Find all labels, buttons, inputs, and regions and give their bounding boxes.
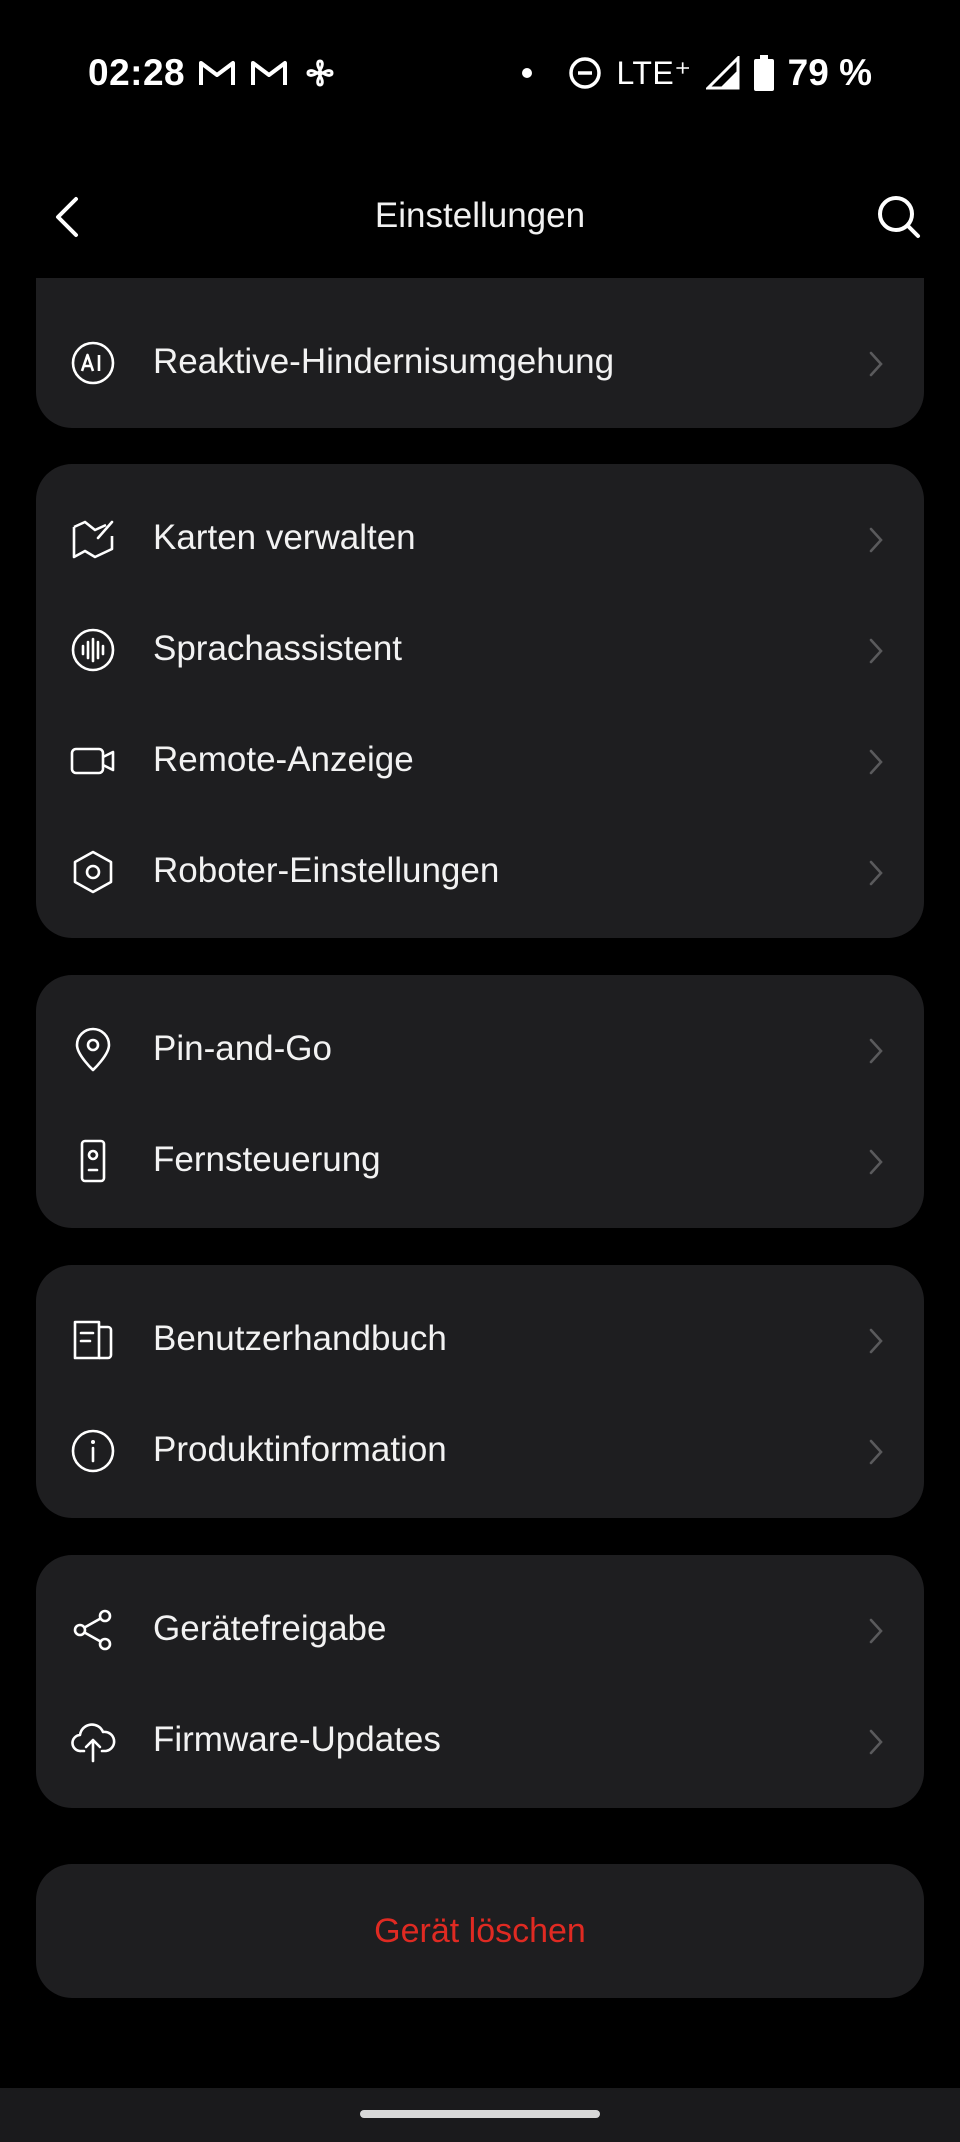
chevron-right-icon <box>869 638 883 664</box>
chevron-right-icon <box>869 1729 883 1755</box>
do-not-disturb-icon <box>569 57 602 89</box>
chevron-right-icon <box>869 1038 883 1064</box>
app-header: Einstellungen <box>0 160 960 270</box>
settings-group-device: Gerätefreigabe Firmware-Updates <box>36 1555 924 1808</box>
fan-icon <box>306 59 334 87</box>
network-type: LTE⁺ <box>616 55 692 91</box>
settings-row-fernsteuerung[interactable]: Fernsteuerung <box>36 1106 924 1216</box>
gmail-icon <box>251 61 287 85</box>
row-label: Gerätefreigabe <box>153 1609 387 1648</box>
settings-row-reaktive-hindernisumgehung[interactable]: Reaktive-Hindernisumgehung <box>36 308 924 418</box>
status-bar: 02:28 LTE⁺ 79 % <box>0 0 960 150</box>
battery-icon <box>753 55 774 91</box>
ai-icon <box>71 341 115 385</box>
chevron-right-icon <box>869 860 883 886</box>
info-icon <box>71 1429 115 1473</box>
delete-device-button[interactable]: Gerät löschen <box>36 1864 924 1998</box>
settings-row-sprachassistent[interactable]: Sprachassistent <box>36 595 924 705</box>
settings-row-pin-and-go[interactable]: Pin-and-Go <box>36 995 924 1105</box>
chevron-right-icon <box>869 1439 883 1465</box>
voice-icon <box>71 628 115 672</box>
chevron-right-icon <box>869 1149 883 1175</box>
signal-icon <box>705 56 740 90</box>
row-label: Karten verwalten <box>153 518 416 557</box>
cloud-upload-icon <box>71 1723 116 1763</box>
settings-group-control: Pin-and-Go Fernsteuerung <box>36 975 924 1228</box>
chevron-right-icon <box>869 527 883 553</box>
row-label: Pin-and-Go <box>153 1029 332 1068</box>
row-label: Roboter-Einstellungen <box>153 851 500 890</box>
search-icon <box>878 196 920 238</box>
search-button[interactable] <box>866 184 932 250</box>
chevron-right-icon <box>869 1328 883 1354</box>
row-label: Sprachassistent <box>153 629 403 668</box>
row-label: Produktinformation <box>153 1430 447 1469</box>
notification-dot <box>522 68 533 78</box>
share-icon <box>73 1609 112 1651</box>
gmail-icon <box>199 61 235 85</box>
location-pin-icon <box>75 1027 111 1072</box>
settings-row-geraetefreigabe[interactable]: Gerätefreigabe <box>36 1575 924 1685</box>
status-left-icons <box>198 55 338 91</box>
system-nav-bar <box>0 2088 960 2142</box>
home-gesture-handle[interactable] <box>360 2110 600 2118</box>
settings-row-roboter-einstellungen[interactable]: Roboter-Einstellungen <box>36 817 924 927</box>
chevron-right-icon <box>869 351 883 377</box>
page-title: Einstellungen <box>374 196 586 235</box>
settings-group-obstacle: Reaktive-Hindernisumgehung <box>36 278 924 428</box>
settings-group-info: Benutzerhandbuch Produktinformation <box>36 1265 924 1518</box>
row-label: Reaktive-Hindernisumgehung <box>153 342 615 381</box>
row-label: Benutzerhandbuch <box>153 1319 447 1358</box>
chevron-right-icon <box>869 1618 883 1644</box>
status-time: 02:28 <box>88 52 186 93</box>
hexagon-settings-icon <box>73 850 113 894</box>
settings-group-robot: Karten verwalten Sprachassistent Remote-… <box>36 464 924 938</box>
delete-device-label: Gerät löschen <box>374 1912 586 1950</box>
settings-row-benutzerhandbuch[interactable]: Benutzerhandbuch <box>36 1285 924 1395</box>
video-camera-icon <box>70 747 115 775</box>
settings-row-firmware-updates[interactable]: Firmware-Updates <box>36 1686 924 1796</box>
battery-percent: 79 % <box>787 52 872 93</box>
settings-row-remote-anzeige[interactable]: Remote-Anzeige <box>36 706 924 816</box>
row-label: Firmware-Updates <box>153 1720 441 1759</box>
chevron-right-icon <box>869 749 883 775</box>
row-label: Remote-Anzeige <box>153 740 414 779</box>
settings-row-karten-verwalten[interactable]: Karten verwalten <box>36 484 924 594</box>
row-label: Fernsteuerung <box>153 1140 381 1179</box>
status-right: LTE⁺ 79 % <box>522 52 872 94</box>
remote-control-icon <box>80 1139 106 1183</box>
settings-row-produktinformation[interactable]: Produktinformation <box>36 1396 924 1506</box>
manual-icon <box>73 1320 113 1360</box>
map-icon <box>72 520 114 559</box>
